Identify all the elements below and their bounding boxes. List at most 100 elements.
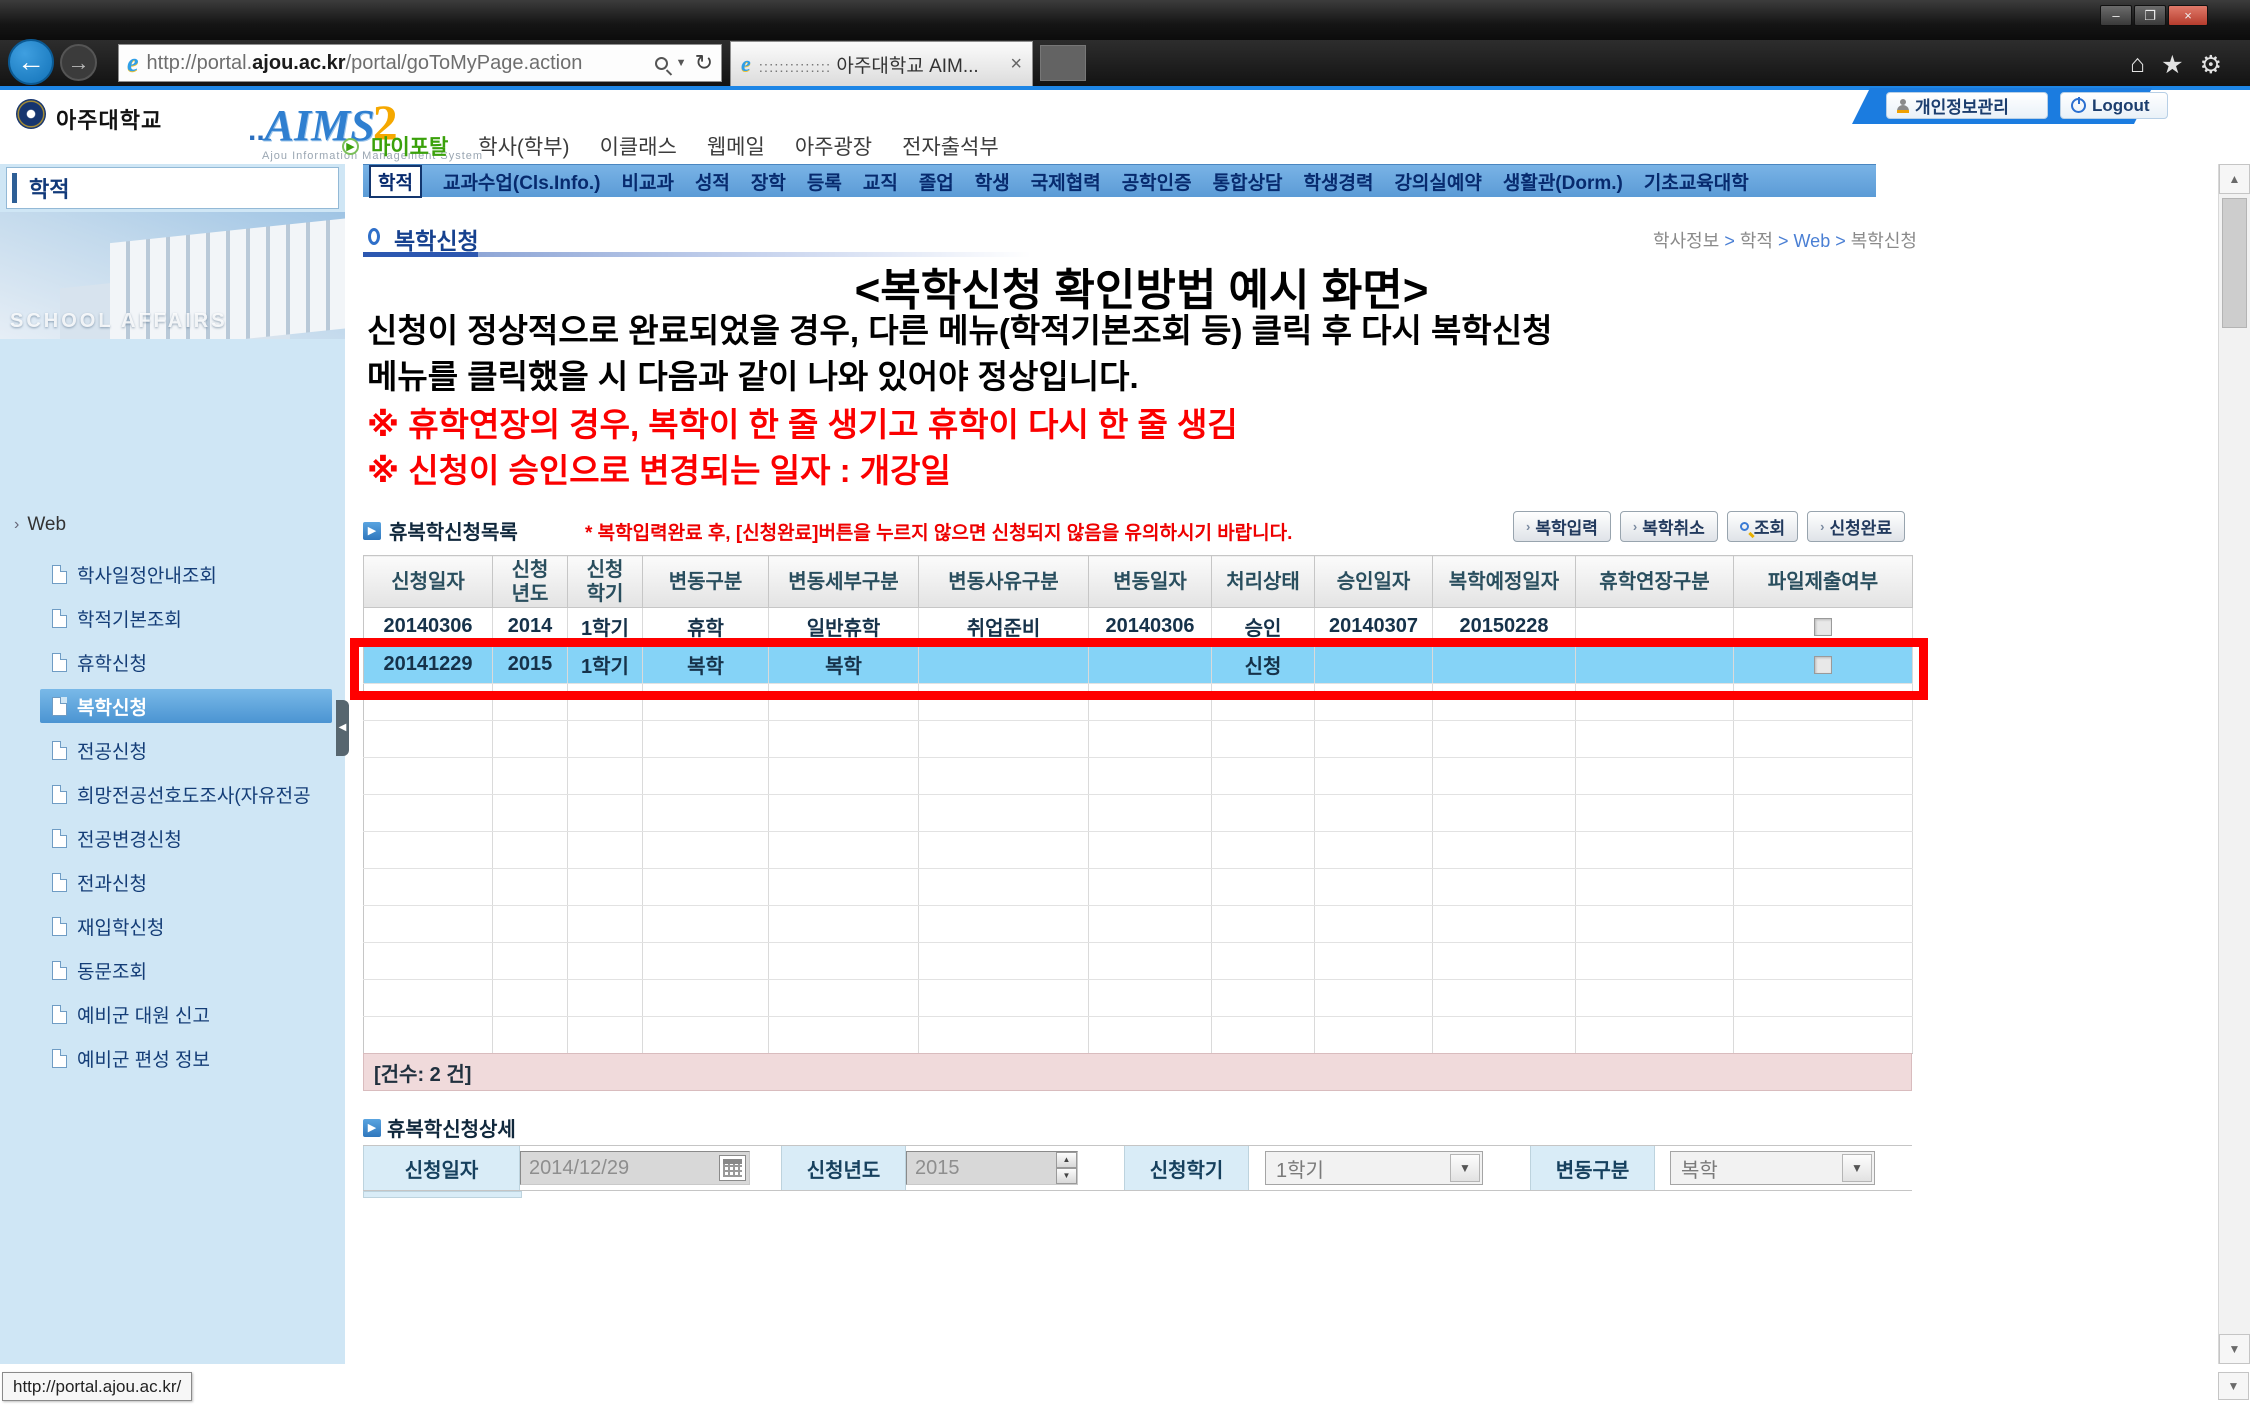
chevron-down-icon[interactable]: ▼ bbox=[676, 57, 687, 69]
menubar-item-학적[interactable]: 학적 bbox=[369, 165, 422, 198]
column-header-변동일자[interactable]: 변동일자 bbox=[1089, 556, 1212, 608]
sidebar-item-복학신청[interactable]: 복학신청 bbox=[0, 684, 345, 728]
table-cell[interactable]: 취업준비 bbox=[919, 608, 1089, 646]
table-cell[interactable]: 휴학 bbox=[643, 608, 769, 646]
column-header-승인일자[interactable]: 승인일자 bbox=[1315, 556, 1433, 608]
search-icon[interactable] bbox=[655, 57, 668, 70]
maximize-button[interactable]: ❐ bbox=[2134, 5, 2166, 26]
back-button[interactable]: ← bbox=[8, 39, 54, 85]
header-link-아주광장[interactable]: 아주광장 bbox=[795, 131, 872, 161]
spinner-control[interactable]: ▲▼ bbox=[1056, 1152, 1077, 1184]
menubar-item-국제협력[interactable]: 국제협력 bbox=[1031, 168, 1101, 195]
table-cell[interactable]: 일반휴학 bbox=[769, 608, 919, 646]
table-cell[interactable] bbox=[1576, 646, 1734, 684]
menubar-item-교과수업(Cls.Info.)[interactable]: 교과수업(Cls.Info.) bbox=[443, 168, 601, 195]
table-cell[interactable]: 2014 bbox=[493, 608, 568, 646]
table-cell[interactable] bbox=[919, 646, 1089, 684]
table-cell[interactable]: 복학 bbox=[769, 646, 919, 684]
menubar-item-교직[interactable]: 교직 bbox=[863, 168, 898, 195]
action-button-복학입력[interactable]: ›복학입력 bbox=[1513, 511, 1611, 542]
action-button-조회[interactable]: 조회 bbox=[1727, 511, 1798, 542]
close-button[interactable]: × bbox=[2168, 5, 2208, 26]
menubar-item-공학인증[interactable]: 공학인증 bbox=[1122, 168, 1192, 195]
header-link-이클래스[interactable]: 이클래스 bbox=[600, 131, 677, 161]
minimize-button[interactable]: – bbox=[2100, 5, 2132, 26]
sidebar-item-예비군 대원 신고[interactable]: 예비군 대원 신고 bbox=[0, 992, 345, 1036]
table-cell[interactable]: 복학 bbox=[643, 646, 769, 684]
address-bar[interactable]: e http://portal.ajou.ac.kr/portal/goToMy… bbox=[118, 44, 722, 82]
sidebar-item-전공신청[interactable]: 전공신청 bbox=[0, 728, 345, 772]
header-link-전자출석부[interactable]: 전자출석부 bbox=[902, 131, 999, 161]
menubar-item-학생[interactable]: 학생 bbox=[975, 168, 1010, 195]
table-cell[interactable] bbox=[1089, 646, 1212, 684]
tab-close-icon[interactable]: × bbox=[1010, 53, 1022, 76]
menubar-item-기초교육대학[interactable]: 기초교육대학 bbox=[1644, 168, 1749, 195]
column-header-복학예정일자[interactable]: 복학예정일자 bbox=[1433, 556, 1576, 608]
menubar-item-비교과[interactable]: 비교과 bbox=[622, 168, 674, 195]
header-link-마이포탈[interactable]: 마이포탈 bbox=[371, 131, 448, 161]
refresh-icon[interactable]: ↻ bbox=[695, 53, 713, 73]
settings-gear-icon[interactable]: ⚙ bbox=[2200, 50, 2222, 80]
menubar-item-학생경력[interactable]: 학생경력 bbox=[1304, 168, 1374, 195]
menubar-item-생활관(Dorm.)[interactable]: 생활관(Dorm.) bbox=[1503, 168, 1623, 195]
action-button-신청완료[interactable]: ›신청완료 bbox=[1807, 511, 1905, 542]
column-header-파일제출여부[interactable]: 파일제출여부 bbox=[1734, 556, 1913, 608]
url-text[interactable]: http://portal.ajou.ac.kr/portal/goToMyPa… bbox=[147, 52, 647, 75]
sidebar-collapse-handle[interactable]: ◀ bbox=[336, 700, 349, 756]
calendar-icon[interactable] bbox=[719, 1155, 746, 1181]
change-type-select[interactable]: 복학 ▼ bbox=[1670, 1151, 1875, 1185]
file-checkbox-icon[interactable] bbox=[1814, 656, 1832, 674]
table-cell[interactable]: 20140306 bbox=[364, 608, 493, 646]
column-header-신청년도[interactable]: 신청 년도 bbox=[493, 556, 568, 608]
table-cell[interactable] bbox=[1576, 608, 1734, 646]
sidebar-item-동문조회[interactable]: 동문조회 bbox=[0, 948, 345, 992]
new-tab-button[interactable] bbox=[1040, 45, 1086, 81]
browser-tab[interactable]: e :::::::::::::: 아주대학교 AIM... × bbox=[730, 41, 1033, 86]
menubar-item-졸업[interactable]: 졸업 bbox=[919, 168, 954, 195]
logout-button[interactable]: Logout bbox=[2060, 92, 2168, 119]
sidebar-item-전공변경신청[interactable]: 전공변경신청 bbox=[0, 816, 345, 860]
menubar-item-강의실예약[interactable]: 강의실예약 bbox=[1394, 168, 1481, 195]
forward-button[interactable]: → bbox=[60, 44, 97, 81]
column-header-변동구분[interactable]: 변동구분 bbox=[643, 556, 769, 608]
sidebar-item-재입학신청[interactable]: 재입학신청 bbox=[0, 904, 345, 948]
table-cell[interactable] bbox=[1433, 646, 1576, 684]
table-row-2[interactable]: 2014122920151학기복학복학신청 bbox=[364, 646, 1913, 684]
table-cell[interactable]: 2015 bbox=[493, 646, 568, 684]
scrollbar-thumb[interactable] bbox=[2222, 198, 2247, 328]
header-link-학사(학부)[interactable]: 학사(학부) bbox=[478, 131, 569, 161]
favorites-star-icon[interactable]: ★ bbox=[2161, 50, 2183, 80]
privacy-settings-button[interactable]: 개인정보관리 bbox=[1886, 92, 2048, 119]
file-checkbox-icon[interactable] bbox=[1814, 618, 1832, 636]
sidebar-section-web[interactable]: › Web bbox=[14, 514, 66, 536]
table-cell[interactable]: 20150228 bbox=[1433, 608, 1576, 646]
chevron-down-icon[interactable]: ▼ bbox=[1450, 1154, 1480, 1182]
sidebar-item-전과신청[interactable]: 전과신청 bbox=[0, 860, 345, 904]
scroll-down-icon[interactable]: ▼ bbox=[2218, 1372, 2249, 1400]
column-header-휴학연장구분[interactable]: 휴학연장구분 bbox=[1576, 556, 1734, 608]
sidebar-item-휴학신청[interactable]: 휴학신청 bbox=[0, 640, 345, 684]
column-header-처리상태[interactable]: 처리상태 bbox=[1212, 556, 1315, 608]
action-button-복학취소[interactable]: ›복학취소 bbox=[1620, 511, 1718, 542]
home-icon[interactable]: ⌂ bbox=[2130, 50, 2145, 80]
header-link-웹메일[interactable]: 웹메일 bbox=[707, 131, 765, 161]
menubar-item-통합상담[interactable]: 통합상담 bbox=[1213, 168, 1283, 195]
menubar-item-장학[interactable]: 장학 bbox=[751, 168, 786, 195]
column-header-신청일자[interactable]: 신청일자 bbox=[364, 556, 493, 608]
menubar-item-성적[interactable]: 성적 bbox=[695, 168, 730, 195]
table-cell[interactable]: 20140306 bbox=[1089, 608, 1212, 646]
menubar-item-등록[interactable]: 등록 bbox=[807, 168, 842, 195]
table-cell[interactable]: 20140307 bbox=[1315, 608, 1433, 646]
table-row-1[interactable]: 2014030620141학기휴학일반휴학취업준비20140306승인20140… bbox=[364, 608, 1913, 646]
apply-year-input[interactable]: 2015 ▲▼ bbox=[906, 1151, 1078, 1185]
scroll-up-icon[interactable]: ▲ bbox=[2219, 164, 2250, 194]
chevron-down-icon[interactable]: ▼ bbox=[1842, 1154, 1872, 1182]
apply-semester-select[interactable]: 1학기 ▼ bbox=[1265, 1151, 1483, 1185]
table-cell[interactable]: 승인 bbox=[1212, 608, 1315, 646]
vertical-scrollbar[interactable]: ▲ ▼ bbox=[2218, 164, 2250, 1364]
scroll-down-icon[interactable]: ▼ bbox=[2219, 1334, 2250, 1364]
sidebar-item-학사일정안내조회[interactable]: 학사일정안내조회 bbox=[0, 552, 345, 596]
table-cell[interactable]: 신청 bbox=[1212, 646, 1315, 684]
sidebar-item-예비군 편성 정보[interactable]: 예비군 편성 정보 bbox=[0, 1036, 345, 1080]
column-header-변동세부구분[interactable]: 변동세부구분 bbox=[769, 556, 919, 608]
